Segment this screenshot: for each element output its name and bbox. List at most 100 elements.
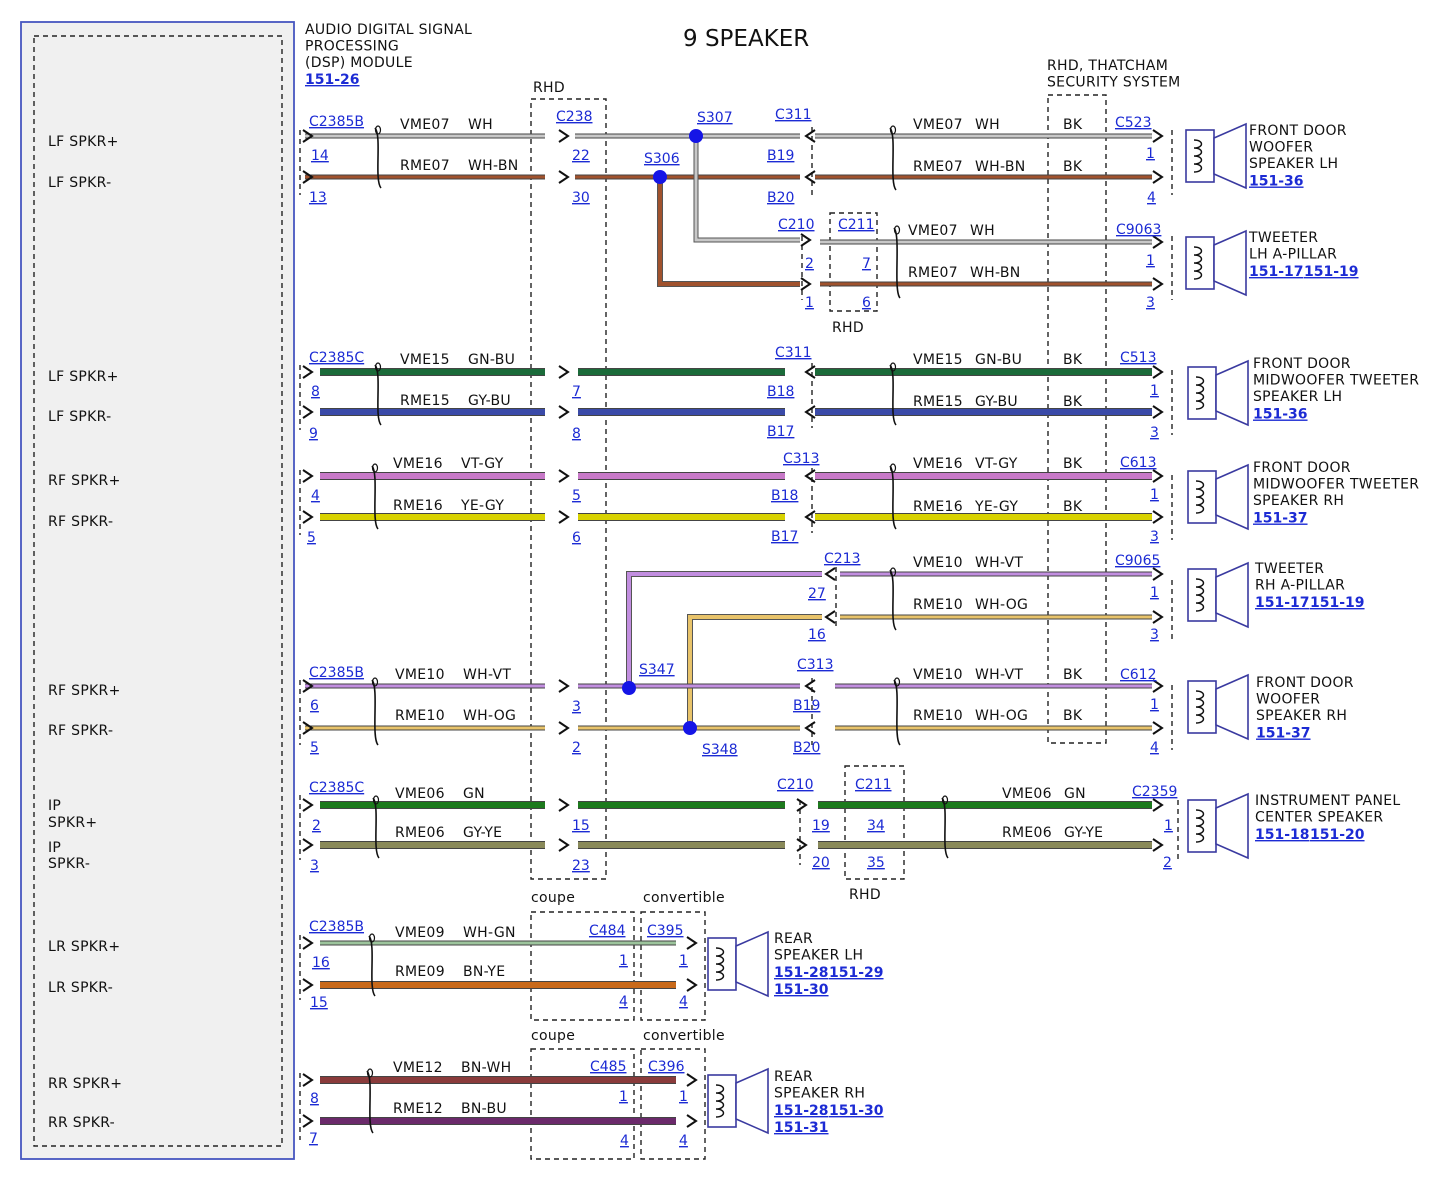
connector-link-3[interactable]: C523 xyxy=(1115,115,1152,131)
pin-number-44[interactable]: 15 xyxy=(572,818,590,834)
connector-link-20[interactable]: C2359 xyxy=(1132,784,1177,800)
pin-number-28[interactable]: 1 xyxy=(1150,487,1159,503)
pin-number-54[interactable]: 1 xyxy=(619,953,628,969)
pin-number-11[interactable]: 6 xyxy=(862,295,871,311)
pin-number-45[interactable]: 23 xyxy=(572,858,590,874)
connector-link-13[interactable]: C9065 xyxy=(1115,553,1160,569)
connector-link-4[interactable]: C210 xyxy=(778,217,815,233)
pin-number-3[interactable]: 30 xyxy=(572,190,590,206)
pin-number-58[interactable]: 8 xyxy=(310,1091,319,1107)
pin-number-12[interactable]: 1 xyxy=(1146,253,1155,269)
pin-number-35[interactable]: 5 xyxy=(310,740,319,756)
dsp-module-ref-link[interactable]: 151-26 xyxy=(305,72,360,88)
connector-link-18[interactable]: C210 xyxy=(777,777,814,793)
pin-number-24[interactable]: 5 xyxy=(572,488,581,504)
splice-link-s347[interactable]: S347 xyxy=(639,662,675,678)
pin-number-8[interactable]: 2 xyxy=(805,256,814,272)
connector-link-17[interactable]: C2385C xyxy=(309,780,364,796)
pin-number-50[interactable]: 1 xyxy=(1164,818,1173,834)
pin-number-48[interactable]: 34 xyxy=(867,818,885,834)
connector-link-12[interactable]: C213 xyxy=(824,551,861,567)
pin-number-40[interactable]: 1 xyxy=(1150,697,1159,713)
pin-number-60[interactable]: 1 xyxy=(619,1089,628,1105)
pin-number-34[interactable]: 6 xyxy=(310,698,319,714)
pin-number-36[interactable]: 3 xyxy=(572,699,581,715)
connector-link-6[interactable]: C9063 xyxy=(1116,222,1161,238)
connector-link-23[interactable]: C395 xyxy=(647,923,684,939)
pin-number-7[interactable]: 4 xyxy=(1147,190,1156,206)
speaker-ref-link-4-0[interactable]: 151-17 xyxy=(1255,595,1310,611)
connector-link-19[interactable]: C211 xyxy=(855,777,892,793)
s348-dot[interactable] xyxy=(683,721,697,735)
speaker-ref-link-5-0[interactable]: 151-37 xyxy=(1256,726,1311,742)
pin-number-17[interactable]: 8 xyxy=(572,426,581,442)
connector-link-8[interactable]: C311 xyxy=(775,345,812,361)
connector-link-1[interactable]: C238 xyxy=(556,109,593,125)
speaker-ref-link-6-0[interactable]: 151-18 xyxy=(1255,827,1310,843)
speaker-ref-link-8-0[interactable]: 151-28 xyxy=(774,1103,829,1119)
pin-number-5[interactable]: B20 xyxy=(767,190,794,206)
pin-number-42[interactable]: 2 xyxy=(312,818,321,834)
speaker-ref-link-4-1[interactable]: 151-19 xyxy=(1310,595,1365,611)
splice-link-s307[interactable]: S307 xyxy=(697,110,733,126)
connector-link-9[interactable]: C513 xyxy=(1120,350,1157,366)
connector-link-5[interactable]: C211 xyxy=(838,217,875,233)
speaker-ref-link-1-1[interactable]: 151-19 xyxy=(1304,264,1359,280)
pin-number-18[interactable]: B18 xyxy=(767,384,794,400)
speaker-ref-link-8-2[interactable]: 151-31 xyxy=(774,1120,829,1136)
pin-number-52[interactable]: 16 xyxy=(312,955,330,971)
pin-number-22[interactable]: 4 xyxy=(311,488,320,504)
pin-number-49[interactable]: 35 xyxy=(867,855,885,871)
pin-number-2[interactable]: 22 xyxy=(572,148,590,164)
pin-number-55[interactable]: 4 xyxy=(619,994,628,1010)
pin-number-32[interactable]: 1 xyxy=(1150,585,1159,601)
pin-number-47[interactable]: 20 xyxy=(812,855,830,871)
pin-number-0[interactable]: 14 xyxy=(311,148,329,164)
speaker-ref-link-7-0[interactable]: 151-28 xyxy=(774,965,829,981)
pin-number-1[interactable]: 13 xyxy=(309,190,327,206)
pin-number-23[interactable]: 5 xyxy=(307,530,316,546)
connector-link-25[interactable]: C485 xyxy=(590,1059,627,1075)
pin-number-10[interactable]: 7 xyxy=(862,256,871,272)
speaker-ref-link-7-2[interactable]: 151-30 xyxy=(774,982,829,998)
speaker-ref-link-2-0[interactable]: 151-36 xyxy=(1253,407,1308,423)
connector-link-26[interactable]: C396 xyxy=(648,1059,685,1075)
pin-number-15[interactable]: 9 xyxy=(309,426,318,442)
pin-number-19[interactable]: B17 xyxy=(767,424,794,440)
pin-number-61[interactable]: 4 xyxy=(620,1133,629,1149)
connector-link-11[interactable]: C613 xyxy=(1120,455,1157,471)
pin-number-26[interactable]: B18 xyxy=(771,488,798,504)
pin-number-33[interactable]: 3 xyxy=(1150,627,1159,643)
pin-number-62[interactable]: 1 xyxy=(679,1089,688,1105)
connector-link-22[interactable]: C484 xyxy=(589,923,626,939)
connector-link-2[interactable]: C311 xyxy=(775,107,812,123)
speaker-ref-link-7-1[interactable]: 151-29 xyxy=(829,965,884,981)
pin-number-59[interactable]: 7 xyxy=(309,1131,318,1147)
pin-number-38[interactable]: B19 xyxy=(793,698,820,714)
pin-number-31[interactable]: 16 xyxy=(808,627,826,643)
pin-number-14[interactable]: 8 xyxy=(311,384,320,400)
speaker-ref-link-0-0[interactable]: 151-36 xyxy=(1249,174,1304,190)
pin-number-39[interactable]: B20 xyxy=(793,740,820,756)
pin-number-4[interactable]: B19 xyxy=(767,148,794,164)
connector-link-15[interactable]: C313 xyxy=(797,657,834,673)
pin-number-56[interactable]: 1 xyxy=(679,953,688,969)
connector-link-16[interactable]: C612 xyxy=(1120,667,1157,683)
pin-number-41[interactable]: 4 xyxy=(1150,740,1159,756)
s306-dot[interactable] xyxy=(653,170,667,184)
pin-number-43[interactable]: 3 xyxy=(310,858,319,874)
connector-link-7[interactable]: C2385C xyxy=(309,350,364,366)
pin-number-53[interactable]: 15 xyxy=(310,995,328,1011)
pin-number-9[interactable]: 1 xyxy=(805,295,814,311)
speaker-ref-link-8-1[interactable]: 151-30 xyxy=(829,1103,884,1119)
pin-number-13[interactable]: 3 xyxy=(1146,295,1155,311)
pin-number-25[interactable]: 6 xyxy=(572,530,581,546)
connector-link-21[interactable]: C2385B xyxy=(309,919,364,935)
pin-number-27[interactable]: B17 xyxy=(771,529,798,545)
connector-link-0[interactable]: C2385B xyxy=(309,114,364,130)
splice-link-s306[interactable]: S306 xyxy=(644,151,680,167)
splice-link-s348[interactable]: S348 xyxy=(702,742,738,758)
connector-link-10[interactable]: C313 xyxy=(783,451,820,467)
speaker-ref-link-6-1[interactable]: 151-20 xyxy=(1310,827,1365,843)
pin-number-37[interactable]: 2 xyxy=(572,740,581,756)
